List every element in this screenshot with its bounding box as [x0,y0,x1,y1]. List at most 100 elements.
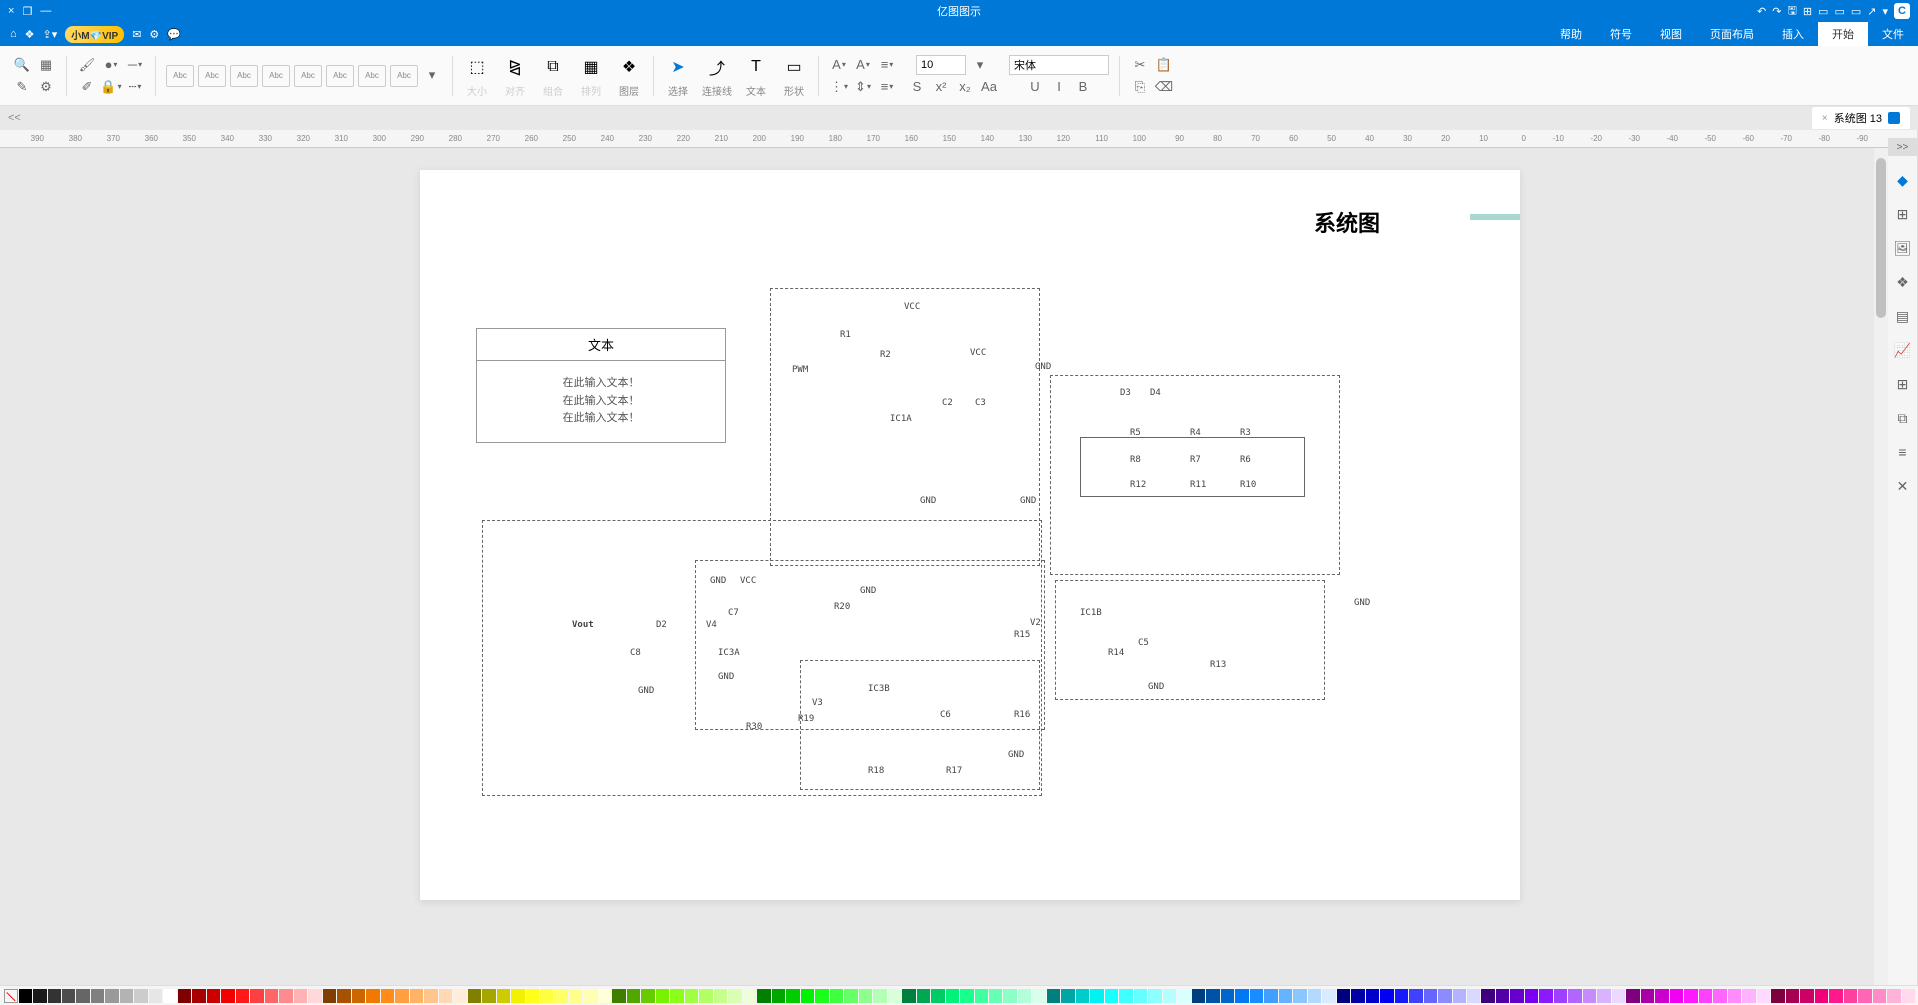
color-swatch[interactable] [1539,989,1552,1003]
color-swatch[interactable] [1337,989,1350,1003]
color-swatch[interactable] [33,989,46,1003]
menu-file[interactable]: 文件 [1868,22,1918,46]
color-swatch[interactable] [1206,989,1219,1003]
color-swatch[interactable] [1366,989,1379,1003]
color-swatch[interactable] [1713,989,1726,1003]
color-swatch[interactable] [366,989,379,1003]
color-swatch[interactable] [76,989,89,1003]
color-swatch[interactable] [352,989,365,1003]
qat-new-icon[interactable]: ⊞ [1803,5,1812,18]
menu-symbol[interactable]: 符号 [1596,22,1646,46]
color-swatch[interactable] [612,989,625,1003]
color-swatch[interactable] [1018,989,1031,1003]
color-swatch[interactable] [1655,989,1668,1003]
color-swatch[interactable] [1047,989,1060,1003]
color-swatch[interactable] [1279,989,1292,1003]
color-swatch[interactable] [1163,989,1176,1003]
font-dd-icon[interactable]: ▾ [970,55,990,75]
color-swatch[interactable] [772,989,785,1003]
color-swatch[interactable] [1525,989,1538,1003]
spacing-dd[interactable]: ⇕ [853,77,873,97]
size-tool-icon[interactable]: ⬚ [463,53,491,81]
drawing-canvas[interactable]: 系统图 文本 在此输入文本！ 在此输入文本！ 在此输入文本！ VCC R1 R2 [420,170,1520,900]
lock-dd-icon[interactable]: 🔒 [101,77,121,97]
color-swatch[interactable] [1192,989,1205,1003]
color-swatch[interactable] [685,989,698,1003]
color-swatch[interactable] [801,989,814,1003]
circuit-block-3[interactable] [1055,580,1325,700]
color-swatch[interactable] [207,989,220,1003]
color-swatch[interactable] [670,989,683,1003]
color-swatch[interactable] [48,989,61,1003]
color-swatch[interactable] [1148,989,1161,1003]
color-swatch[interactable] [1800,989,1813,1003]
format-painter-icon[interactable]: 🖌 [77,55,97,75]
color-swatch[interactable] [1887,989,1900,1003]
color-swatch[interactable] [714,989,727,1003]
qat-export-icon[interactable]: ▭ [1818,5,1828,18]
style-preset[interactable]: Abc [326,65,354,87]
color-swatch[interactable] [1409,989,1422,1003]
color-swatch[interactable] [323,989,336,1003]
color-swatch[interactable] [1076,989,1089,1003]
color-swatch[interactable] [1829,989,1842,1003]
color-swatch[interactable] [931,989,944,1003]
line-dd-icon[interactable]: ─ [125,55,145,75]
bullets-dd[interactable]: ⋮ [829,77,849,97]
qat-more-icon[interactable]: ↗ [1867,5,1876,18]
qat-redo-icon[interactable]: ↷ [1772,5,1781,18]
color-swatch[interactable] [134,989,147,1003]
group-tool-icon[interactable]: ⧉ [539,53,567,81]
no-color-swatch[interactable] [4,989,18,1003]
color-swatch[interactable] [786,989,799,1003]
color-swatch[interactable] [1902,989,1915,1003]
menu-help[interactable]: 帮助 [1546,22,1596,46]
color-swatch[interactable] [1090,989,1103,1003]
color-swatch[interactable] [627,989,640,1003]
color-swatch[interactable] [1728,989,1741,1003]
color-swatch[interactable] [1424,989,1437,1003]
color-swatch[interactable] [265,989,278,1003]
collapse-panel-icon[interactable]: << [8,112,21,124]
color-swatch[interactable] [1293,989,1306,1003]
color-swatch[interactable] [337,989,350,1003]
color-swatch[interactable] [873,989,886,1003]
color-swatch[interactable] [917,989,930,1003]
color-swatch[interactable] [1684,989,1697,1003]
color-swatch[interactable] [1568,989,1581,1003]
color-swatch[interactable] [888,989,901,1003]
document-tab[interactable]: × 系统图 13 [1812,107,1910,129]
super-icon[interactable]: x² [931,77,951,97]
color-swatch[interactable] [1221,989,1234,1003]
color-swatch[interactable] [1119,989,1132,1003]
color-swatch[interactable] [1134,989,1147,1003]
color-swatch[interactable] [1815,989,1828,1003]
color-swatch[interactable] [1641,989,1654,1003]
color-swatch[interactable] [1438,989,1451,1003]
sidebar-chart-icon[interactable]: 📈 [1893,340,1913,360]
color-swatch[interactable] [598,989,611,1003]
color-swatch[interactable] [1786,989,1799,1003]
color-swatch[interactable] [1771,989,1784,1003]
color-swatch[interactable] [1858,989,1871,1003]
distribute-tool-icon[interactable]: ▦ [577,53,605,81]
menu-share-dd-icon[interactable]: ⇪▾ [43,28,58,41]
eyedropper-icon[interactable]: ✐ [77,77,97,97]
color-swatch[interactable] [540,989,553,1003]
menu-insert[interactable]: 插入 [1768,22,1818,46]
color-swatch[interactable] [1670,989,1683,1003]
fill-dd-icon[interactable]: ● [101,55,121,75]
font-color-dd[interactable]: A [829,55,849,75]
color-swatch[interactable] [453,989,466,1003]
color-swatch[interactable] [815,989,828,1003]
select-tool-icon[interactable]: ➤ [664,53,692,81]
color-swatch[interactable] [830,989,843,1003]
color-swatch[interactable] [1873,989,1886,1003]
underline-icon[interactable]: U [1025,77,1045,97]
delete-icon[interactable]: ⌫ [1154,77,1174,97]
sub-icon[interactable]: x₂ [955,77,975,97]
style-preset[interactable]: Abc [294,65,322,87]
tab-close-icon[interactable]: × [1822,113,1828,124]
color-swatch[interactable] [844,989,857,1003]
color-swatch[interactable] [250,989,263,1003]
